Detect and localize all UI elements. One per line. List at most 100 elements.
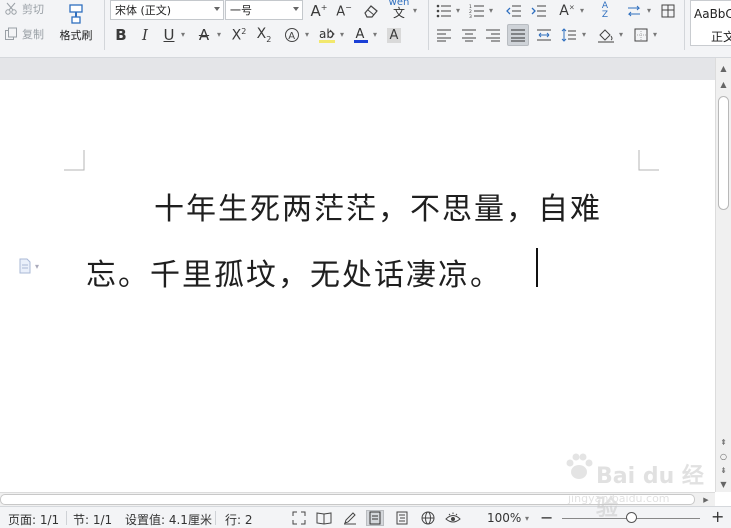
highlighter-icon: ab [319,27,335,43]
draft-mode-button[interactable] [341,510,359,526]
sort-button[interactable]: AZ [594,0,616,22]
svg-text:A: A [288,31,295,42]
zoom-out-button[interactable]: − [540,508,553,527]
eraser-icon [364,5,378,18]
format-painter-button[interactable]: 格式刷 [54,0,98,46]
subscript-icon: X2 [256,26,272,44]
decrease-indent-button[interactable] [503,0,525,22]
change-case-button[interactable]: A× [556,0,578,22]
scroll-down-arrow-icon[interactable]: ▼ [716,478,731,490]
superscript-button[interactable]: X2 [228,24,250,46]
scissors-icon [5,2,17,15]
highlight-button[interactable]: ab [316,24,338,46]
scroll-up-arrow-icon[interactable]: ▲ [716,78,731,90]
font-size-combo[interactable]: 一号 [225,0,303,20]
paragraph-line-2[interactable]: 忘。千里孤坟，无处话凄凉。 [86,250,502,294]
margin-corner-top-left [64,150,85,171]
status-line[interactable]: 行: 2 [225,511,253,528]
justify-button[interactable] [507,24,529,46]
chevron-down-icon[interactable]: ▾ [217,30,221,39]
align-right-button[interactable] [482,24,504,46]
align-left-button[interactable] [433,24,455,46]
outline-view-button[interactable] [393,510,411,526]
chevron-down-icon[interactable]: ▾ [340,30,344,39]
zoom-in-button[interactable]: + [711,507,724,526]
italic-button[interactable]: I [134,24,156,46]
eye-icon [445,512,461,523]
page-view-button[interactable] [366,510,384,526]
pinyin-guide-button[interactable]: wén 文 [388,0,410,20]
status-position[interactable]: 设置值: 4.1厘米 [125,511,212,528]
paragraph-marks-icon [627,5,641,17]
subscript-button[interactable]: X2 [253,24,275,46]
style-normal-swatch[interactable]: AaBbC 正文 [690,0,731,46]
strikethrough-button[interactable]: A [193,24,215,46]
font-color-button[interactable]: A [350,24,372,46]
shrink-font-button[interactable]: A− [333,0,355,22]
underline-button[interactable]: U [158,24,180,46]
paragraph-options-button[interactable]: ▾ [18,258,39,274]
char-shading-button[interactable]: A [383,24,405,46]
previous-page-icon[interactable]: ⇞ [716,436,731,448]
copy-button[interactable]: 复制 [4,26,44,42]
shading-button[interactable] [595,24,617,46]
borders-button[interactable] [630,24,652,46]
ribbon-toolbar: 剪切 复制 格式刷 宋体 (正文) 一号 A+ A− wén 文 ▾ B I U … [0,0,731,58]
increase-indent-button[interactable] [528,0,550,22]
chevron-down-icon[interactable]: ▾ [413,6,417,15]
format-painter-icon [69,4,83,24]
scroll-up-arrow-icon[interactable]: ▲ [716,62,731,74]
status-section[interactable]: 节: 1/1 [73,511,112,528]
text-effect-button[interactable]: A [281,24,303,46]
chevron-down-icon[interactable]: ▾ [647,6,651,15]
status-page[interactable]: 页面: 1/1 [8,511,59,528]
font-size-value: 一号 [230,4,252,17]
web-view-button[interactable] [419,510,437,526]
select-browse-object-icon[interactable]: ○ [716,450,731,462]
numbered-list-button[interactable]: 123 [466,0,488,22]
fullscreen-button[interactable] [290,510,308,526]
horizontal-scroll-thumb[interactable] [0,494,695,505]
font-name-combo[interactable]: 宋体 (正文) [110,0,224,20]
font-name-value: 宋体 (正文) [115,4,172,17]
chevron-down-icon[interactable]: ▾ [525,514,529,523]
chevron-down-icon[interactable]: ▾ [489,6,493,15]
format-painter-label: 格式刷 [59,29,93,42]
zoom-slider-thumb[interactable] [625,512,637,523]
fullscreen-icon [292,511,306,525]
horizontal-scrollbar[interactable]: ▶ [0,492,715,506]
page-gap [0,58,715,80]
vertical-scroll-thumb[interactable] [718,96,729,210]
distributed-align-button[interactable] [533,24,555,46]
cut-button[interactable]: 剪切 [4,1,44,17]
align-center-button[interactable] [458,24,480,46]
vertical-scrollbar[interactable]: ▲ ▲ ⇞ ○ ⇟ ▼ [715,58,731,492]
document-canvas[interactable]: 十年生死两茫茫，不思量，自难 忘。千里孤坟，无处话凄凉。 ▾ [0,80,715,492]
show-marks-button[interactable] [623,0,645,22]
chevron-down-icon[interactable]: ▾ [580,6,584,15]
borders-icon [634,28,648,42]
chevron-down-icon[interactable]: ▾ [456,6,460,15]
pencil-icon [344,512,356,525]
next-page-icon[interactable]: ⇟ [716,464,731,476]
chevron-down-icon[interactable]: ▾ [305,30,309,39]
paragraph-line-1[interactable]: 十年生死两茫茫，不思量，自难 [154,184,602,228]
clear-format-button[interactable] [360,0,382,22]
chevron-down-icon[interactable]: ▾ [653,30,657,39]
line-spacing-button[interactable] [558,24,580,46]
bullet-list-button[interactable] [433,0,455,22]
chevron-down-icon[interactable]: ▾ [582,30,586,39]
reading-mode-button[interactable] [315,510,333,526]
chevron-down-icon[interactable]: ▾ [181,30,185,39]
chevron-down-icon[interactable]: ▾ [619,30,623,39]
status-divider [215,511,216,525]
chevron-down-icon[interactable]: ▾ [373,30,377,39]
scroll-right-arrow-icon[interactable]: ▶ [700,494,712,505]
table-tools-button[interactable] [657,0,679,22]
eye-protection-button[interactable] [444,510,462,526]
page-view-icon [369,511,381,525]
grow-font-button[interactable]: A+ [308,0,330,22]
zoom-level-label[interactable]: 100% [487,511,521,525]
bold-button[interactable]: B [110,24,132,46]
status-divider [66,511,67,525]
